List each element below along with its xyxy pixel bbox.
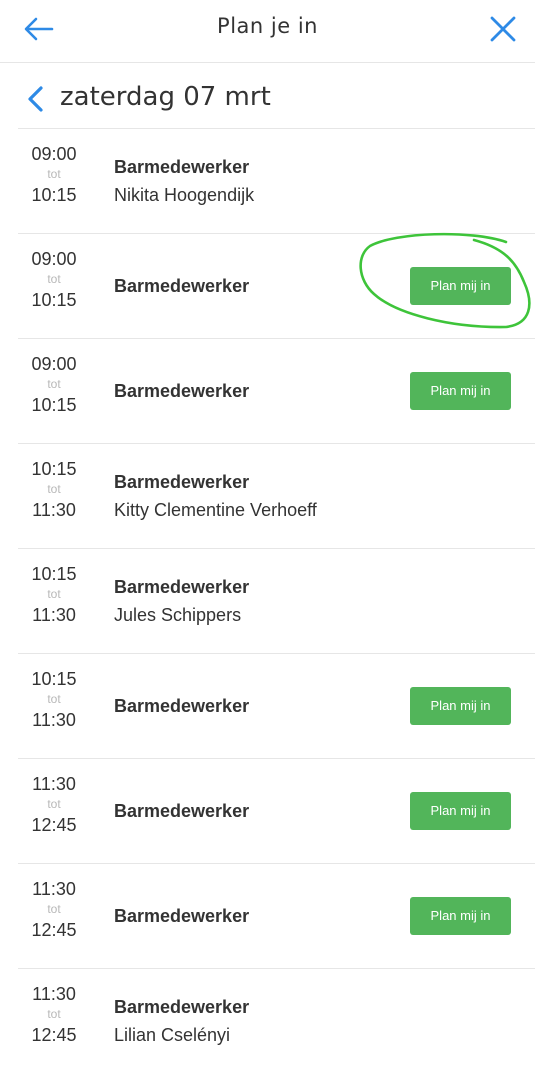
time-separator: tot: [47, 797, 61, 811]
time-separator: tot: [47, 692, 61, 706]
time-separator: tot: [47, 587, 61, 601]
end-time: 10:15: [31, 290, 77, 310]
date-label: zaterdag 07 mrt: [60, 82, 271, 112]
end-time: 12:45: [31, 1025, 77, 1045]
shift-row: 11:30 tot 12:45 Barmedewerker Lilian Cselény…: [18, 968, 535, 1073]
shift-row: 09:00 tot 10:15 Barmedewerker Plan mij in: [18, 233, 535, 338]
time-separator: tot: [47, 482, 61, 496]
start-time: 11:30: [32, 984, 76, 1004]
time-separator: tot: [47, 377, 61, 391]
shift-row: 10:15 tot 11:30 Barmedewerker Kitty Clementi…: [18, 443, 535, 548]
shift-row: 10:15 tot 11:30 Barmedewerker Plan mij in: [18, 653, 535, 758]
shift-info: Barmedewerker Nikita Hoogendijk: [114, 129, 254, 233]
date-navigation: zaterdag 07 mrt: [0, 74, 535, 128]
time-separator: tot: [47, 1007, 61, 1021]
shift-times: 11:30 tot 12:45: [18, 876, 90, 943]
start-time: 10:15: [31, 564, 77, 584]
shift-role: Barmedewerker: [114, 997, 250, 1017]
time-separator: tot: [47, 272, 61, 286]
start-time: 11:30: [32, 774, 76, 794]
shift-row: 09:00 tot 10:15 Barmedewerker Plan mij in: [18, 338, 535, 443]
shift-info: Barmedewerker: [114, 864, 249, 968]
page-title: Plan je in: [217, 14, 318, 38]
plan-mij-in-button[interactable]: Plan mij in: [410, 687, 511, 725]
time-separator: tot: [47, 902, 61, 916]
shift-role: Barmedewerker: [114, 801, 250, 821]
start-time: 10:15: [31, 459, 77, 479]
plan-mij-in-button[interactable]: Plan mij in: [410, 897, 511, 935]
shift-times: 10:15 tot 11:30: [18, 666, 90, 733]
plan-mij-in-button[interactable]: Plan mij in: [410, 372, 511, 410]
shift-role: Barmedewerker: [114, 696, 250, 716]
assigned-person: Nikita Hoogendijk: [114, 185, 255, 205]
close-icon[interactable]: [486, 12, 520, 46]
end-time: 10:15: [31, 395, 77, 415]
shift-info: Barmedewerker Kitty Clementine Verhoeff: [114, 444, 317, 548]
time-separator: tot: [47, 167, 61, 181]
shift-times: 10:15 tot 11:30: [18, 561, 90, 628]
shift-role: Barmedewerker: [114, 906, 250, 926]
end-time: 11:30: [32, 605, 76, 625]
shift-info: Barmedewerker: [114, 654, 249, 758]
shift-row: 09:00 tot 10:15 Barmedewerker Nikita Hoogend…: [18, 128, 535, 233]
plan-mij-in-button[interactable]: Plan mij in: [410, 267, 511, 305]
shift-times: 10:15 tot 11:30: [18, 456, 90, 523]
plan-mij-in-button[interactable]: Plan mij in: [410, 792, 511, 830]
shift-times: 09:00 tot 10:15: [18, 246, 90, 313]
shift-row: 11:30 tot 12:45 Barmedewerker Plan mij in: [18, 863, 535, 968]
shift-info: Barmedewerker Jules Schippers: [114, 549, 249, 653]
end-time: 12:45: [31, 815, 77, 835]
shift-role: Barmedewerker: [114, 276, 250, 296]
start-time: 11:30: [32, 879, 76, 899]
start-time: 09:00: [31, 249, 77, 269]
shift-role: Barmedewerker: [114, 577, 250, 597]
shift-times: 09:00 tot 10:15: [18, 141, 90, 208]
end-time: 11:30: [32, 500, 76, 520]
shift-info: Barmedewerker Lilian Cselényi: [114, 969, 249, 1073]
shift-row: 11:30 tot 12:45 Barmedewerker Plan mij in: [18, 758, 535, 863]
shift-info: Barmedewerker: [114, 759, 249, 863]
shift-times: 11:30 tot 12:45: [18, 771, 90, 838]
shift-info: Barmedewerker: [114, 234, 249, 338]
end-time: 11:30: [32, 710, 76, 730]
shift-times: 09:00 tot 10:15: [18, 351, 90, 418]
assigned-person: Jules Schippers: [114, 605, 242, 625]
end-time: 10:15: [31, 185, 77, 205]
shift-role: Barmedewerker: [114, 157, 250, 177]
start-time: 10:15: [31, 669, 77, 689]
shift-row: 10:15 tot 11:30 Barmedewerker Jules Schipper…: [18, 548, 535, 653]
start-time: 09:00: [31, 144, 77, 164]
end-time: 12:45: [31, 920, 77, 940]
start-time: 09:00: [31, 354, 77, 374]
top-bar: Plan je in: [0, 0, 535, 63]
assigned-person: Kitty Clementine Verhoeff: [114, 500, 317, 520]
shift-info: Barmedewerker: [114, 339, 249, 443]
shift-role: Barmedewerker: [114, 381, 250, 401]
shift-list: 09:00 tot 10:15 Barmedewerker Nikita Hoogend…: [18, 128, 535, 1073]
shift-times: 11:30 tot 12:45: [18, 981, 90, 1048]
shift-role: Barmedewerker: [114, 472, 250, 492]
assigned-person: Lilian Cselényi: [114, 1025, 231, 1045]
chevron-left-icon[interactable]: [24, 84, 48, 114]
